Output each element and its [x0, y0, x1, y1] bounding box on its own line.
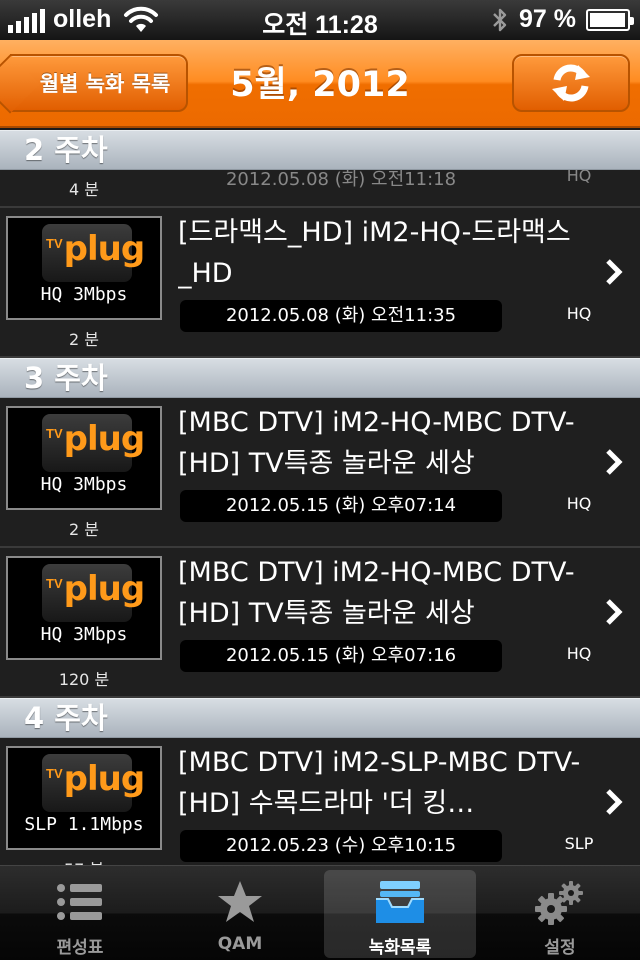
- recording-quality: SLP: [564, 834, 594, 853]
- recording-date: 2012.05.08 (화) 오전11:35: [180, 300, 502, 332]
- recording-row[interactable]: TV plug SLP 1.1Mbps 57 분 [MBC DTV] iM2-S…: [0, 738, 640, 865]
- recording-duration: 4 분: [69, 180, 99, 199]
- section-header-week-3: 3 주차: [0, 358, 640, 398]
- section-header-label: 3 주차: [24, 361, 108, 395]
- recording-title: [MBC DTV] iM2-HQ-MBC DTV-[HD] TV특종 놀라운 세…: [178, 557, 575, 629]
- tvplug-logo: TV plug: [46, 759, 146, 799]
- battery-icon: [586, 8, 634, 31]
- recording-quality: HQ: [566, 494, 592, 513]
- recording-row-partial[interactable]: 4 분 2012.05.08 (화) 오전11:18 HQ: [0, 170, 640, 208]
- recording-date: 2012.05.08 (화) 오전11:18: [225, 170, 457, 190]
- battery-percent: 97 %: [519, 5, 576, 33]
- tab-label: 녹화목록: [368, 938, 432, 958]
- tab-label: 설정: [544, 938, 576, 958]
- recording-row[interactable]: TV plug HQ 3Mbps 2 분 [드라맥스_HD] iM2-HQ-드라…: [0, 208, 640, 358]
- list-icon: [57, 883, 102, 920]
- recording-thumbnail: TV plug HQ 3Mbps: [6, 556, 162, 660]
- tvplug-logo: TV plug: [46, 229, 146, 269]
- recording-thumbnail: TV plug HQ 3Mbps: [6, 216, 162, 320]
- section-header-week-4: 4 주차: [0, 698, 640, 738]
- recording-row[interactable]: TV plug HQ 3Mbps 120 분 [MBC DTV] iM2-HQ-…: [0, 548, 640, 698]
- recording-duration: 2 분: [69, 520, 99, 539]
- section-header-label: 2 주차: [24, 133, 108, 167]
- tvplug-logo: TV plug: [46, 419, 146, 459]
- logo-plug: plug: [63, 759, 146, 799]
- tvplug-logo: TV plug: [46, 569, 146, 609]
- navigation-bar: 월별 녹화 목록 5월, 2012: [0, 40, 640, 128]
- logo-tv: TV: [46, 236, 63, 251]
- recording-duration: 120 분: [58, 670, 110, 689]
- tab-recordings[interactable]: 녹화목록: [324, 870, 476, 958]
- thumbnail-quality: SLP 1.1Mbps: [24, 814, 144, 835]
- chevron-right-icon: [606, 259, 623, 285]
- battery-fill: [590, 12, 625, 27]
- tab-settings[interactable]: 설정: [484, 870, 636, 958]
- bluetooth-icon: [493, 8, 507, 31]
- recording-title: [MBC DTV] iM2-HQ-MBC DTV-[HD] TV특종 놀라운 세…: [178, 407, 575, 479]
- tab-bar: 편성표 QAM 녹화목록 설정: [0, 865, 640, 960]
- recording-thumbnail: TV plug SLP 1.1Mbps: [6, 746, 162, 850]
- recording-title: [드라맥스_HD] iM2-HQ-드라맥스_HD: [178, 217, 571, 289]
- chevron-right-icon: [606, 449, 623, 475]
- recording-list[interactable]: 2 주차 4 분 2012.05.08 (화) 오전11:18 HQ TV pl…: [0, 130, 640, 865]
- inbox-tray-icon: [376, 880, 424, 923]
- chevron-right-icon: [606, 789, 623, 815]
- thumbnail-quality: HQ 3Mbps: [40, 624, 128, 645]
- back-button-label: 월별 녹화 목록: [39, 72, 171, 96]
- thumbnail-quality: HQ 3Mbps: [40, 284, 128, 305]
- logo-tv: TV: [46, 426, 63, 441]
- refresh-icon: [552, 64, 590, 102]
- tab-schedule[interactable]: 편성표: [4, 870, 156, 958]
- logo-tv: TV: [46, 576, 63, 591]
- section-header-week-2: 2 주차: [0, 130, 640, 170]
- logo-tv: TV: [46, 766, 63, 781]
- logo-plug: plug: [63, 569, 146, 609]
- recording-date: 2012.05.15 (화) 오후07:14: [180, 490, 502, 522]
- section-header-label: 4 주차: [24, 701, 108, 735]
- recording-quality: HQ: [566, 170, 592, 185]
- tab-label: QAM: [217, 934, 263, 954]
- logo-plug: plug: [63, 419, 146, 459]
- recording-quality: HQ: [566, 644, 592, 663]
- recording-date: 2012.05.15 (화) 오후07:16: [180, 640, 502, 672]
- star-icon: [218, 881, 262, 922]
- thumbnail-quality: HQ 3Mbps: [40, 474, 128, 495]
- status-right: 97 %: [491, 5, 634, 34]
- chevron-right-icon: [606, 599, 623, 625]
- recording-title: [MBC DTV] iM2-SLP-MBC DTV-[HD] 수목드라마 '더 …: [178, 747, 581, 819]
- gears-icon: [535, 880, 583, 925]
- recording-thumbnail: TV plug HQ 3Mbps: [6, 406, 162, 510]
- tab-qam[interactable]: QAM: [164, 870, 316, 958]
- recording-row[interactable]: TV plug HQ 3Mbps 2 분 [MBC DTV] iM2-HQ-MB…: [0, 398, 640, 548]
- status-bar: olleh 오전 11:28 97 %: [0, 0, 640, 40]
- recording-quality: HQ: [566, 304, 592, 323]
- recording-duration: 2 분: [69, 330, 99, 349]
- recording-duration: 57 분: [6, 856, 162, 865]
- tab-label: 편성표: [56, 938, 104, 958]
- recording-date: 2012.05.23 (수) 오후10:15: [180, 830, 502, 862]
- refresh-button[interactable]: [512, 54, 630, 112]
- back-button[interactable]: 월별 녹화 목록: [10, 54, 188, 112]
- logo-plug: plug: [63, 229, 146, 269]
